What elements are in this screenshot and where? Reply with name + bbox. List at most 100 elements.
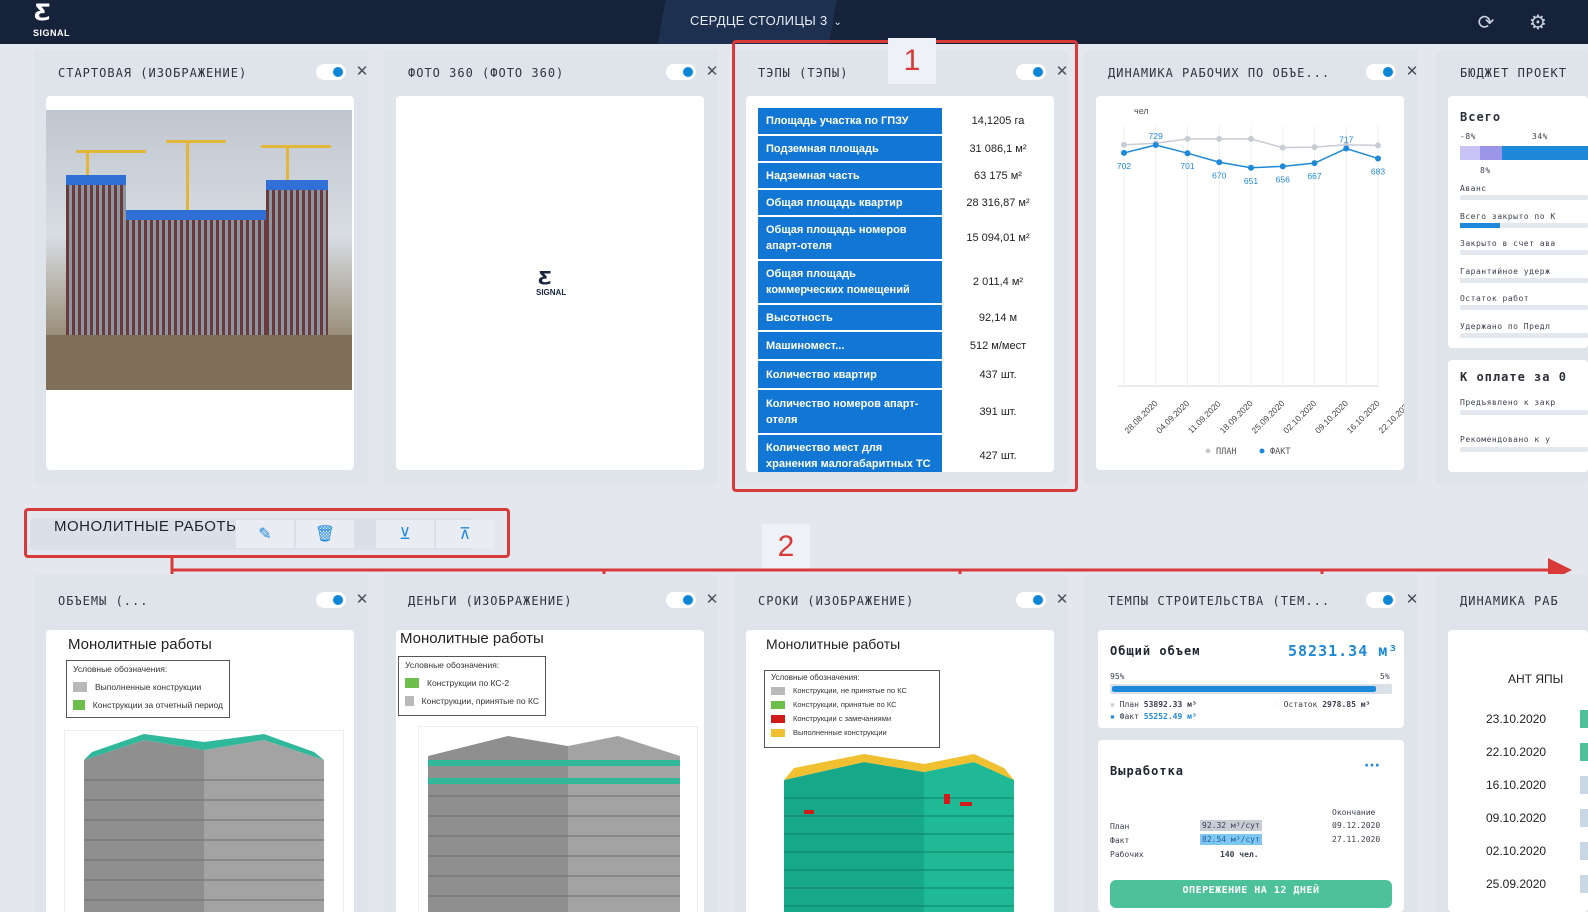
- budget-line: Закрыто в счет ава: [1460, 239, 1556, 248]
- widget-toggle[interactable]: [1366, 592, 1396, 608]
- budget-bar: [1460, 278, 1588, 283]
- widget-title: БЮДЖЕТ ПРОЕКТ: [1460, 66, 1567, 80]
- widget-toggle[interactable]: [1366, 64, 1396, 80]
- widget-title: СРОКИ (ИЗОБРАЖЕНИЕ): [758, 594, 915, 608]
- budget-line: Гарантийное удерж: [1460, 267, 1551, 276]
- image-title: Монолитные работы: [68, 636, 212, 653]
- y-axis-label: чел: [1134, 106, 1149, 116]
- column-header: АНТ ЯПЫ: [1508, 672, 1564, 686]
- output-workers-label: Рабочих: [1110, 850, 1144, 859]
- x-tick-label: 22.10.2020: [1376, 398, 1404, 435]
- ahead-status-button[interactable]: ОПЕРЕЖЕНИЕ НА 12 ДНЕЙ: [1110, 880, 1392, 908]
- widget-header: ДИНАМИКА РАБ: [1460, 592, 1588, 612]
- budget-payment-card: К оплате за 0 Предъявлено к закр Рекомен…: [1448, 360, 1588, 472]
- widget-start-image: СТАРТОВАЯ (ИЗОБРАЖЕНИЕ) ✕: [34, 50, 368, 484]
- widget-title: СТАРТОВАЯ (ИЗОБРАЖЕНИЕ): [58, 66, 248, 80]
- fact-row: ▪ Факт 55252.49 м³: [1110, 712, 1197, 721]
- close-icon[interactable]: ✕: [1404, 590, 1420, 608]
- close-icon[interactable]: ✕: [704, 62, 720, 80]
- legend-item: Конструкции, принятые по КС: [771, 698, 933, 712]
- date-row: 16.10.2020: [1486, 778, 1547, 792]
- photo-360-card[interactable]: Ƹ SIGNAL: [396, 96, 704, 470]
- close-icon[interactable]: ✕: [704, 590, 720, 608]
- data-point: [1375, 142, 1381, 149]
- ellipsis-icon[interactable]: ···: [1364, 758, 1380, 774]
- total-volume-label: Общий объем: [1110, 644, 1201, 658]
- x-tick-label: 11.09.2020: [1186, 399, 1223, 436]
- widget-toggle[interactable]: [666, 64, 696, 80]
- data-point: [1279, 144, 1286, 151]
- legend-caption: Условные обозначения:: [405, 660, 500, 670]
- date-bar: [1580, 776, 1588, 794]
- data-label: 701: [1180, 161, 1194, 171]
- widget-deadlines: СРОКИ (ИЗОБРАЖЕНИЕ) ✕ Монолитные работы …: [734, 574, 1068, 912]
- project-selector[interactable]: СЕРДЦЕ СТОЛИЦЫ 3 ⌄: [690, 13, 842, 28]
- date-bar: [1580, 809, 1588, 827]
- widget-title: ФОТО 360 (ФОТО 360): [408, 66, 565, 80]
- legend-item: Выполненные конструкции: [73, 678, 223, 696]
- budget-bar: [1460, 305, 1588, 310]
- date-bar: [1580, 842, 1588, 860]
- progress-pct-left: 95%: [1110, 672, 1125, 681]
- widget-money: ДЕНЬГИ (ИЗОБРАЖЕНИЕ) ✕ Монолитные работы…: [384, 574, 718, 912]
- budget-bar: [1460, 195, 1588, 200]
- data-point: [1216, 159, 1223, 166]
- money-image-card: Монолитные работы Условные обозначения: …: [396, 630, 704, 912]
- progress-pct-right: 5%: [1380, 672, 1390, 681]
- data-point: [1248, 135, 1254, 142]
- x-tick-label: 28.08.2020: [1122, 398, 1159, 435]
- rest-row: ◦ Остаток 2978.85 м³: [1274, 700, 1371, 709]
- data-point: [1184, 135, 1191, 142]
- x-tick-label: 18.09.2020: [1218, 398, 1255, 435]
- widget-toggle[interactable]: [1016, 592, 1046, 608]
- widget-workers-dynamics-2: ДИНАМИКА РАБ АНТ ЯПЫ 23.10.2020 22.10.202…: [1436, 574, 1588, 912]
- legend-entry: ФАКТ: [1270, 447, 1290, 457]
- dynamics-table-card: АНТ ЯПЫ 23.10.2020 22.10.2020 16.10.2020 09…: [1448, 630, 1588, 912]
- close-icon[interactable]: ✕: [1404, 62, 1420, 80]
- budget-bar: [1460, 447, 1588, 452]
- app-logo[interactable]: Ƹ SIGNAL: [33, 3, 70, 41]
- output-plan-label: План: [1110, 822, 1130, 831]
- date-bar: [1580, 743, 1588, 761]
- close-icon[interactable]: ✕: [354, 62, 370, 80]
- date-row: 23.10.2020: [1486, 712, 1547, 726]
- project-name: СЕРДЦЕ СТОЛИЦЫ 3: [690, 13, 828, 28]
- building-model-volumes: [64, 730, 344, 912]
- legend-item: Конструкции с замечаниями: [771, 712, 933, 726]
- budget-progress-bar: [1460, 146, 1588, 160]
- budget-pct-mid: 8%: [1480, 166, 1491, 175]
- data-point: [1152, 142, 1159, 149]
- widget-header: ДИНАМИКА РАБОЧИХ ПО ОБЪЕ... ✕: [1108, 62, 1420, 84]
- data-point: [1311, 160, 1318, 167]
- budget-total-label: Всего: [1460, 110, 1502, 124]
- refresh-icon[interactable]: ⟳: [1474, 10, 1498, 34]
- legend-item: Выполненные конструкции: [771, 726, 933, 740]
- pay-line: Рекомендовано к у: [1460, 435, 1551, 444]
- data-point: [1121, 149, 1127, 156]
- widget-workers-dynamics: ДИНАМИКА РАБОЧИХ ПО ОБЪЕ... ✕ чел 702 729 7…: [1084, 50, 1418, 484]
- legend-swatch: [1205, 448, 1211, 454]
- widget-header: СТАРТОВАЯ (ИЗОБРАЖЕНИЕ) ✕: [58, 62, 370, 84]
- legend-item: Конструкции, принятые по КС: [405, 692, 539, 710]
- widget-header: ДЕНЬГИ (ИЗОБРАЖЕНИЕ) ✕: [408, 590, 720, 612]
- data-point: [1248, 164, 1254, 171]
- data-label: 667: [1307, 171, 1321, 181]
- annotation-box-2: [24, 508, 510, 558]
- output-fact-label: Факт: [1110, 836, 1130, 845]
- legend-caption: Условные обозначения:: [73, 664, 168, 674]
- building-model-money: [418, 726, 698, 912]
- date-row: 25.09.2020: [1486, 877, 1547, 891]
- image-legend: Условные обозначения: Конструкции по КС-…: [398, 656, 546, 716]
- deadlines-image-card: Монолитные работы Условные обозначения: …: [746, 630, 1054, 912]
- widget-toggle[interactable]: [316, 592, 346, 608]
- gear-icon[interactable]: ⚙: [1526, 10, 1550, 34]
- close-icon[interactable]: ✕: [1054, 590, 1070, 608]
- end-header: Окончание: [1332, 808, 1376, 817]
- budget-bar: [1460, 223, 1588, 228]
- widget-budget: БЮДЖЕТ ПРОЕКТ Всего -8% 34% 8% Аванс Все…: [1436, 50, 1588, 484]
- widget-title: ТЕМПЫ СТРОИТЕЛЬСТВА (ТЕМ...: [1108, 594, 1331, 608]
- widget-toggle[interactable]: [316, 64, 346, 80]
- widget-toggle[interactable]: [666, 592, 696, 608]
- close-icon[interactable]: ✕: [354, 590, 370, 608]
- output-workers-value: 140 чел.: [1220, 850, 1259, 859]
